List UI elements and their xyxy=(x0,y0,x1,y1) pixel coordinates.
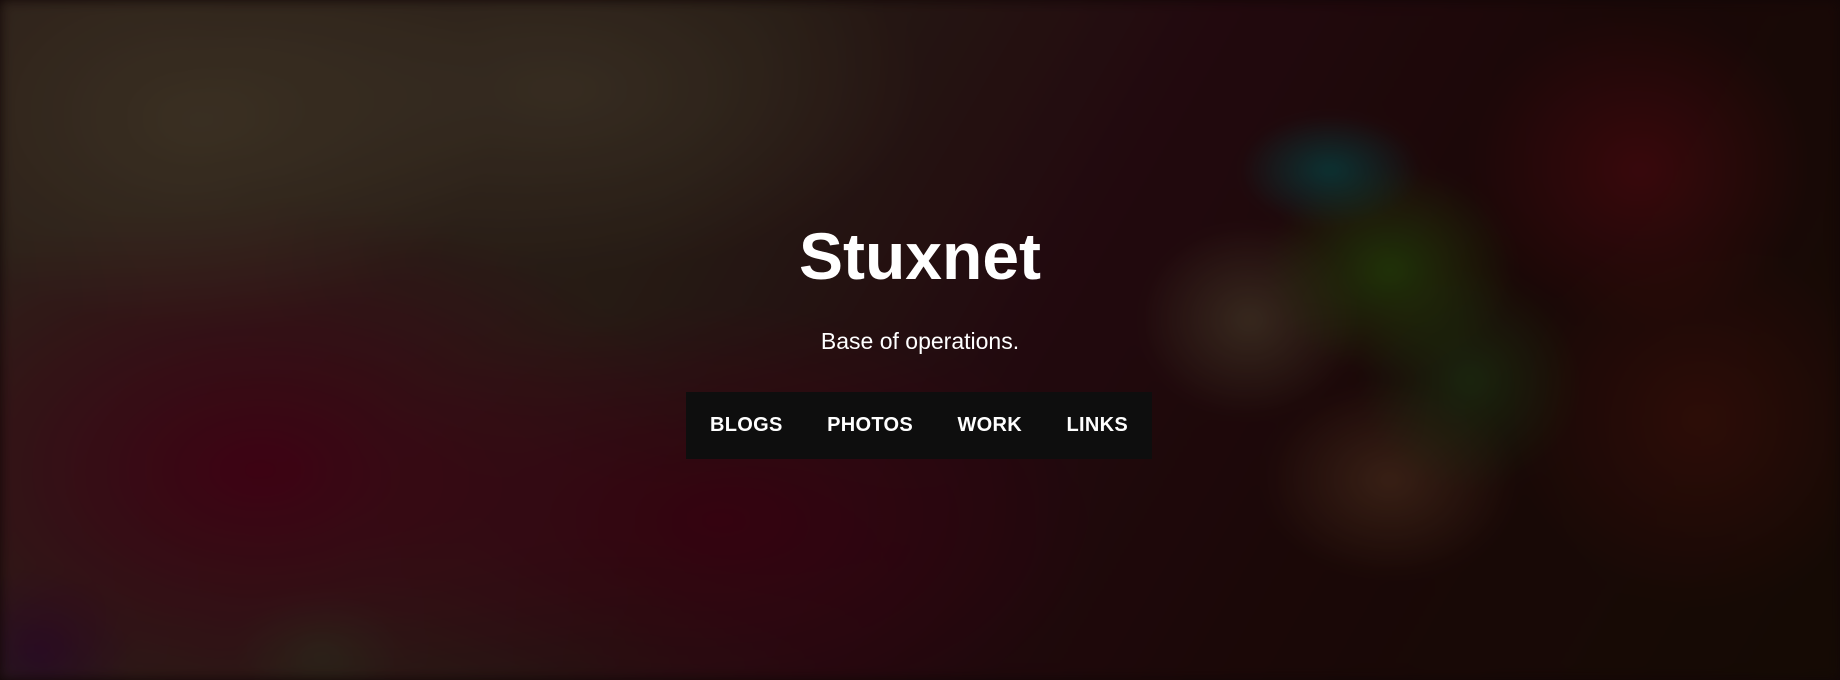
nav-link-links[interactable]: LINKS xyxy=(1066,392,1128,459)
nav-link-photos[interactable]: PHOTOS xyxy=(827,392,913,459)
nav-link-blogs[interactable]: BLOGS xyxy=(710,392,783,459)
hero-content: Stuxnet Base of operations. BLOGS PHOTOS… xyxy=(0,0,1840,680)
hero-banner: Stuxnet Base of operations. BLOGS PHOTOS… xyxy=(0,0,1840,680)
main-nav: BLOGS PHOTOS WORK LINKS xyxy=(686,392,1152,459)
site-tagline: Base of operations. xyxy=(820,328,1020,354)
site-title[interactable]: Stuxnet xyxy=(0,216,1840,296)
nav-link-work[interactable]: WORK xyxy=(957,392,1022,459)
